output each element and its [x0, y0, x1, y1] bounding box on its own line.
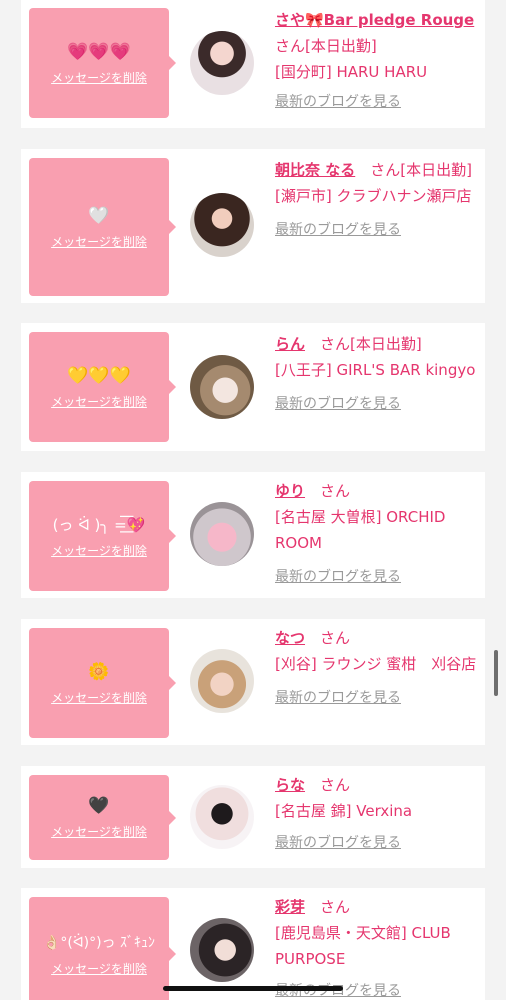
cast-info: 彩芽 さん [鹿児島県・天文館] CLUB PURPOSE 最新のブログを見る: [275, 894, 479, 1000]
cast-name-link[interactable]: さや🎀Bar pledge Rouge: [275, 11, 474, 29]
message-bubble: 🌼 メッセージを削除: [29, 628, 176, 738]
honorific: さん: [320, 335, 351, 353]
message-card: 🖤 メッセージを削除 らな さん [名古屋 錦] Verxina 最新のブログを…: [21, 766, 485, 868]
message-card: 💛💛💛 メッセージを削除 らん さん[本日出勤] [八王子] GIRL'S BA…: [21, 323, 485, 451]
avatar[interactable]: [190, 918, 254, 982]
scrollbar[interactable]: [494, 650, 498, 696]
delete-message-link[interactable]: メッセージを削除: [51, 542, 147, 559]
message-bubble: 🖤 メッセージを削除: [29, 775, 176, 860]
avatar[interactable]: [190, 31, 254, 95]
shop-name: [刈谷] ラウンジ 蜜柑 刈谷店: [275, 655, 477, 673]
message-card: (っ ᐛ )╮ =͟͟͞͞💖 メッセージを削除 ゆり さん [名古屋 大曽根] …: [21, 472, 485, 598]
message-card: 🌼 メッセージを削除 なつ さん [刈谷] ラウンジ 蜜柑 刈谷店 最新のブログ…: [21, 619, 485, 745]
message-card: 💗💗💗 メッセージを削除 さや🎀Bar pledge Rouge さん[本日出勤…: [21, 0, 485, 128]
avatar[interactable]: [190, 502, 254, 566]
honorific: さん: [370, 161, 401, 179]
status-badge: [本日出勤]: [350, 335, 422, 353]
cast-info: なつ さん [刈谷] ラウンジ 蜜柑 刈谷店 最新のブログを見る: [275, 625, 479, 711]
cast-name-link[interactable]: なつ: [275, 629, 305, 647]
delete-message-link[interactable]: メッセージを削除: [51, 960, 147, 977]
message-bubble: 💗💗💗 メッセージを削除: [29, 8, 176, 118]
avatar[interactable]: [190, 355, 254, 419]
shop-name: [名古屋 大曽根] ORCHID ROOM: [275, 508, 446, 552]
latest-blog-link[interactable]: 最新のブログを見る: [275, 391, 479, 417]
delete-message-link[interactable]: メッセージを削除: [51, 823, 147, 840]
cast-info: 朝比奈 なる さん[本日出勤] [瀬戸市] クラブハナン瀬戸店 最新のブログを見…: [275, 157, 479, 243]
honorific: さん: [320, 629, 351, 647]
message-text: 💛💛💛: [67, 365, 131, 386]
cast-info: ゆり さん [名古屋 大曽根] ORCHID ROOM 最新のブログを見る: [275, 478, 479, 590]
message-text: 🖤: [88, 796, 110, 816]
cast-name-link[interactable]: 朝比奈 なる: [275, 161, 355, 179]
delete-message-link[interactable]: メッセージを削除: [51, 233, 147, 250]
cast-name-link[interactable]: ゆり: [275, 482, 305, 500]
honorific: さん: [275, 37, 306, 55]
honorific: さん: [320, 482, 351, 500]
honorific: さん: [320, 776, 351, 794]
delete-message-link[interactable]: メッセージを削除: [51, 689, 147, 706]
message-card: 🤍 メッセージを削除 朝比奈 なる さん[本日出勤] [瀬戸市] クラブハナン瀬…: [21, 149, 485, 303]
message-bubble: 💛💛💛 メッセージを削除: [29, 332, 176, 442]
cast-info: らな さん [名古屋 錦] Verxina 最新のブログを見る: [275, 772, 479, 856]
latest-blog-link[interactable]: 最新のブログを見る: [275, 564, 479, 590]
shop-name: [国分町] HARU HARU: [275, 63, 428, 81]
cast-info: らん さん[本日出勤] [八王子] GIRL'S BAR kingyo 最新のブ…: [275, 331, 479, 417]
delete-message-link[interactable]: メッセージを削除: [51, 393, 147, 410]
cast-info: さや🎀Bar pledge Rouge さん[本日出勤] [国分町] HARU …: [275, 7, 479, 115]
latest-blog-link[interactable]: 最新のブログを見る: [275, 217, 479, 243]
honorific: さん: [320, 898, 351, 916]
home-indicator[interactable]: [163, 986, 343, 991]
status-badge: [本日出勤]: [305, 37, 377, 55]
message-text: 🤍: [88, 205, 110, 226]
shop-name: [名古屋 錦] Verxina: [275, 802, 413, 820]
avatar[interactable]: [190, 193, 254, 257]
message-text: (っ ᐛ )╮ =͟͟͞͞💖: [52, 515, 146, 534]
latest-blog-link[interactable]: 最新のブログを見る: [275, 830, 479, 856]
message-card: 👌🏻°(ᐛ)°)っ ｽﾞｷｭﾝ メッセージを削除 彩芽 さん [鹿児島県・天文館…: [21, 888, 485, 1000]
message-bubble: 🤍 メッセージを削除: [29, 158, 176, 296]
message-text: 🌼: [88, 661, 110, 682]
cast-name-link[interactable]: 彩芽: [275, 898, 305, 916]
latest-blog-link[interactable]: 最新のブログを見る: [275, 89, 479, 115]
cast-name-link[interactable]: らな: [275, 776, 305, 794]
shop-name: [八王子] GIRL'S BAR kingyo: [275, 361, 476, 379]
avatar[interactable]: [190, 785, 254, 849]
message-text: 👌🏻°(ᐛ)°)っ ｽﾞｷｭﾝ: [42, 934, 156, 951]
avatar[interactable]: [190, 649, 254, 713]
shop-name: [瀬戸市] クラブハナン瀬戸店: [275, 187, 472, 205]
message-bubble: 👌🏻°(ᐛ)°)っ ｽﾞｷｭﾝ メッセージを削除: [29, 897, 176, 1000]
message-feed: 💗💗💗 メッセージを削除 さや🎀Bar pledge Rouge さん[本日出勤…: [0, 0, 506, 1000]
latest-blog-link[interactable]: 最新のブログを見る: [275, 685, 479, 711]
delete-message-link[interactable]: メッセージを削除: [51, 69, 147, 86]
status-badge: [本日出勤]: [400, 161, 472, 179]
cast-name-link[interactable]: らん: [275, 335, 305, 353]
shop-name: [鹿児島県・天文館] CLUB PURPOSE: [275, 924, 451, 968]
message-bubble: (っ ᐛ )╮ =͟͟͞͞💖 メッセージを削除: [29, 481, 176, 591]
message-text: 💗💗💗: [67, 41, 131, 62]
